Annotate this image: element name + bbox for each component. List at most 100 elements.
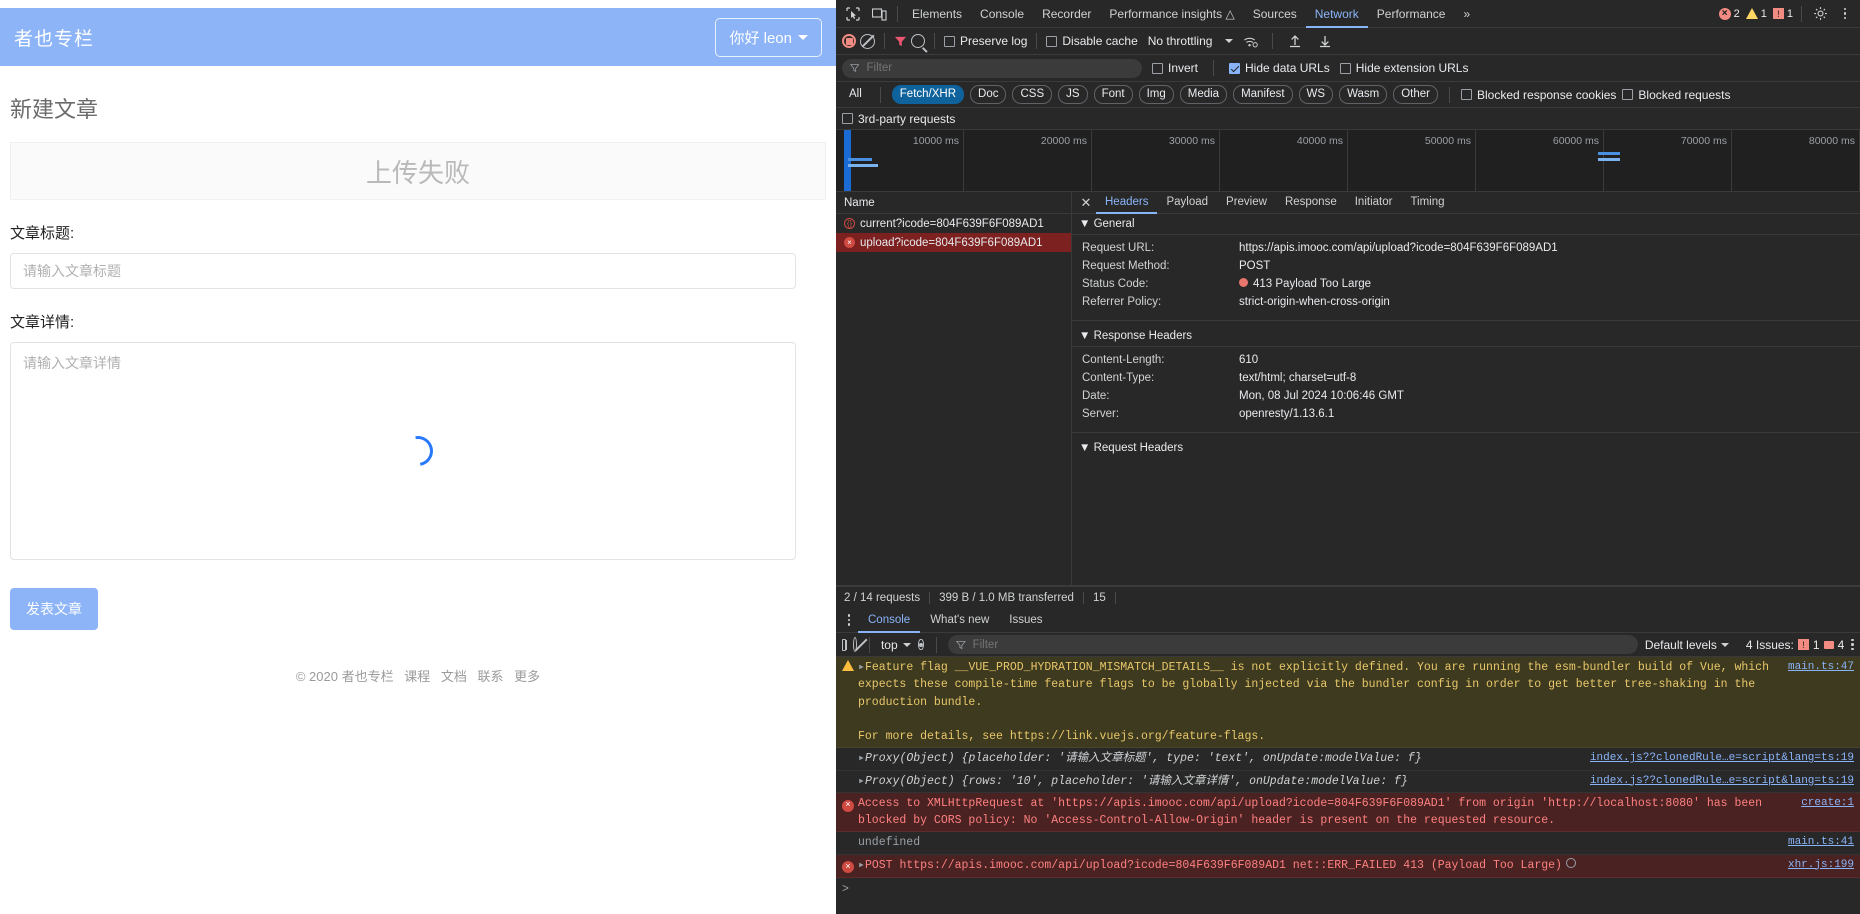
more-tabs-button[interactable]: » [1454, 0, 1479, 28]
hide-extension-urls-checkbox[interactable] [1339, 62, 1351, 74]
drawer-tab-issues[interactable]: Issues [999, 608, 1052, 633]
filter-icon[interactable] [894, 35, 907, 48]
network-overview-timeline[interactable]: 10000 ms 20000 ms 30000 ms 40000 ms 5000… [836, 130, 1860, 192]
general-section-header[interactable]: ▼ General [1072, 214, 1860, 235]
user-menu-button[interactable]: 你好 leon [715, 17, 822, 57]
devtools-menu-icon[interactable] [1836, 7, 1854, 20]
import-har-icon[interactable] [1282, 28, 1308, 54]
detail-tab-initiator[interactable]: Initiator [1346, 192, 1402, 214]
expand-arrow-icon[interactable]: ▸ [858, 659, 865, 676]
type-filter-doc[interactable]: Doc [970, 85, 1007, 104]
third-party-requests-checkbox[interactable] [842, 113, 853, 124]
console-source-link[interactable]: create:1 [1795, 795, 1854, 830]
console-source-link[interactable]: xhr.js:199 [1782, 857, 1854, 875]
site-brand[interactable]: 者也专栏 [14, 24, 94, 51]
clear-network-icon[interactable] [860, 33, 875, 49]
console-sidebar-icon[interactable] [842, 638, 848, 651]
console-message[interactable]: × ▸POST https://apis.imooc.com/api/uploa… [836, 854, 1860, 878]
tab-sources[interactable]: Sources [1244, 0, 1306, 28]
drawer-tab-console[interactable]: Console [858, 608, 920, 633]
upload-status-box[interactable]: 上传失败 [10, 142, 826, 200]
disable-cache-toggle[interactable]: Disable cache [1046, 34, 1138, 48]
network-filter-field[interactable] [842, 58, 1142, 78]
log-levels-dropdown[interactable]: Default levels [1645, 638, 1729, 652]
throttling-dropdown[interactable]: No throttling [1148, 34, 1234, 48]
export-har-icon[interactable] [1312, 28, 1338, 54]
type-filter-fetch-xhr[interactable]: Fetch/XHR [891, 85, 965, 104]
tab-console[interactable]: Console [971, 0, 1033, 28]
expand-arrow-icon[interactable]: ▸ [858, 750, 865, 767]
issue-count-badge[interactable]: ! 1 [1772, 8, 1793, 20]
detail-tab-timing[interactable]: Timing [1401, 192, 1453, 214]
record-network-button[interactable] [842, 34, 856, 48]
blocked-response-cookies-toggle[interactable]: Blocked response cookies [1461, 88, 1616, 102]
console-message[interactable]: ▸Feature flag __VUE_PROD_HYDRATION_MISMA… [836, 657, 1860, 749]
warning-count-badge[interactable]: 1 [1745, 8, 1767, 20]
type-filter-other[interactable]: Other [1393, 85, 1438, 104]
response-headers-section-header[interactable]: ▼ Response Headers [1072, 326, 1860, 347]
close-icon[interactable]: ✕ [1076, 193, 1096, 213]
tab-performance-insights[interactable]: Performance insights △ [1100, 0, 1243, 28]
footer-link-courses[interactable]: 课程 [404, 669, 430, 684]
console-source-link[interactable]: index.js??clonedRule…e=script&lang=ts:19 [1584, 773, 1854, 790]
type-filter-font[interactable]: Font [1093, 85, 1133, 104]
article-title-input[interactable] [10, 253, 796, 289]
console-message[interactable]: × Access to XMLHttpRequest at 'https://a… [836, 792, 1860, 833]
blocked-requests-toggle[interactable]: Blocked requests [1622, 88, 1730, 102]
tab-recorder[interactable]: Recorder [1033, 0, 1100, 28]
invert-toggle[interactable]: Invert [1152, 61, 1198, 75]
inspect-element-icon[interactable] [840, 1, 866, 27]
console-message[interactable]: ▸Proxy(Object) {placeholder: '请输入文章标题', … [836, 748, 1860, 771]
error-count-badge[interactable]: × 2 [1718, 7, 1740, 20]
console-issues-summary[interactable]: 4 Issues: ! 1 4 [1746, 638, 1844, 652]
request-headers-section-header[interactable]: ▼ Request Headers [1072, 438, 1860, 459]
console-source-link[interactable]: index.js??clonedRule…e=script&lang=ts:19 [1584, 750, 1854, 767]
footer-link-docs[interactable]: 文档 [441, 669, 467, 684]
device-toolbar-icon[interactable] [866, 1, 892, 27]
type-filter-ws[interactable]: WS [1298, 85, 1334, 104]
type-filter-img[interactable]: Img [1138, 85, 1174, 104]
request-list-header[interactable]: Name [836, 192, 1071, 214]
blocked-requests-checkbox[interactable] [1622, 89, 1634, 100]
tab-network[interactable]: Network [1306, 0, 1368, 28]
console-message[interactable]: undefined main.ts:41 [836, 832, 1860, 855]
hide-data-urls-toggle[interactable]: Hide data URLs [1229, 61, 1330, 75]
type-filter-js[interactable]: JS [1058, 85, 1088, 104]
type-filter-wasm[interactable]: Wasm [1339, 85, 1388, 104]
submit-article-button[interactable]: 发表文章 [10, 588, 98, 630]
footer-link-contact[interactable]: 联系 [477, 669, 503, 684]
expand-arrow-icon[interactable]: ▸ [858, 773, 865, 790]
tab-elements[interactable]: Elements [903, 0, 971, 28]
hide-extension-urls-toggle[interactable]: Hide extension URLs [1339, 61, 1468, 75]
clear-console-icon[interactable] [852, 637, 857, 652]
console-prompt[interactable]: > [836, 878, 1860, 901]
network-conditions-icon[interactable] [1237, 28, 1263, 54]
type-filter-all[interactable]: All [842, 86, 869, 103]
detail-tab-response[interactable]: Response [1276, 192, 1346, 214]
gear-icon[interactable] [1807, 1, 1833, 27]
search-icon[interactable] [911, 34, 925, 48]
hide-data-urls-checkbox[interactable] [1229, 62, 1241, 74]
type-filter-media[interactable]: Media [1179, 85, 1228, 104]
blocked-response-cookies-checkbox[interactable] [1461, 89, 1472, 100]
drawer-menu-icon[interactable] [840, 614, 858, 626]
detail-tab-payload[interactable]: Payload [1157, 192, 1217, 214]
execution-context-dropdown[interactable]: top [881, 638, 911, 652]
disable-cache-checkbox[interactable] [1046, 35, 1058, 47]
invert-checkbox[interactable] [1152, 62, 1163, 74]
third-party-requests-toggle[interactable]: 3rd-party requests [842, 112, 955, 126]
detail-tab-headers[interactable]: Headers [1096, 192, 1157, 214]
footer-link-more[interactable]: 更多 [514, 669, 540, 684]
preserve-log-toggle[interactable]: Preserve log [944, 34, 1027, 48]
console-settings-icon[interactable] [1851, 638, 1854, 651]
table-row[interactable]: {} current?icode=804F639F6F089AD1 [836, 214, 1071, 233]
tab-performance[interactable]: Performance [1368, 0, 1455, 28]
console-filter-field[interactable] [947, 635, 1638, 654]
console-source-link[interactable]: main.ts:47 [1782, 659, 1854, 745]
network-filter-input[interactable] [864, 61, 1134, 75]
drawer-tab-whats-new[interactable]: What's new [920, 608, 999, 633]
type-filter-manifest[interactable]: Manifest [1233, 85, 1293, 104]
expand-arrow-icon[interactable]: ▸ [858, 857, 865, 874]
type-filter-css[interactable]: CSS [1012, 85, 1053, 104]
detail-tab-preview[interactable]: Preview [1217, 192, 1276, 214]
